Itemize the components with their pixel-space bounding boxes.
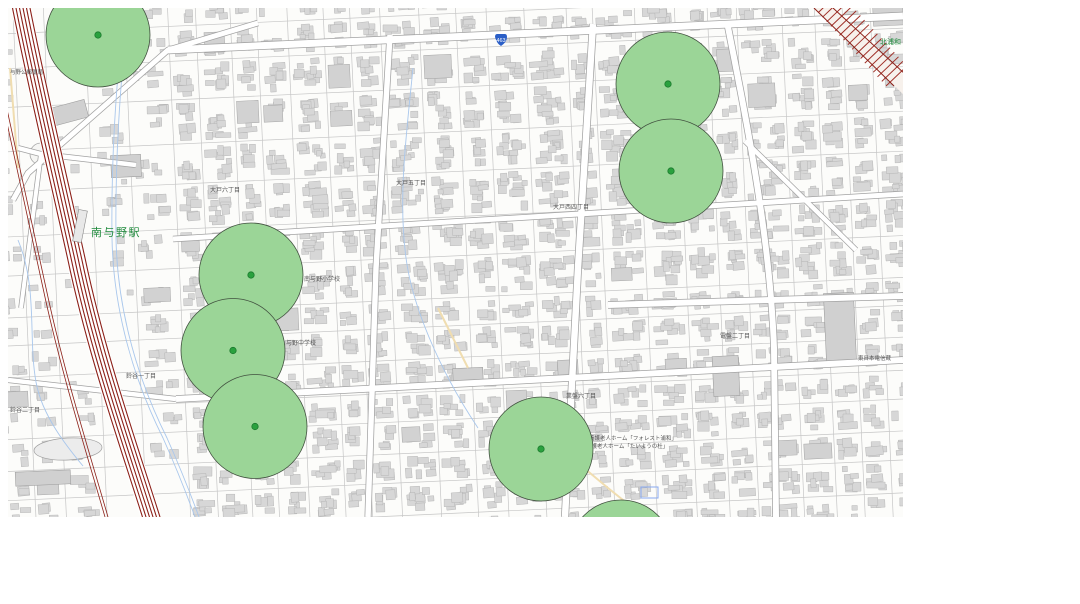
svg-text:463: 463 (496, 38, 505, 44)
svg-text:大戸六丁目: 大戸六丁目 (210, 186, 240, 194)
svg-text:南与野小学校: 南与野小学校 (304, 275, 340, 283)
svg-text:電盤二丁目: 電盤二丁目 (720, 332, 750, 340)
svg-text:北浦和: 北浦和 (880, 37, 901, 46)
svg-text:特別養護老人ホーム「フォレスト浦和」: 特別養護老人ホーム「フォレスト浦和」 (578, 434, 677, 442)
svg-text:業盤六丁目: 業盤六丁目 (566, 392, 596, 400)
svg-text:大戸西四丁目: 大戸西四丁目 (553, 203, 589, 211)
svg-text:鈴谷一丁目: 鈴谷一丁目 (126, 372, 156, 380)
svg-text:鈴谷二丁目: 鈴谷二丁目 (10, 406, 40, 414)
svg-text:与野公郵便局: 与野公郵便局 (10, 68, 43, 76)
svg-text:与野中学校: 与野中学校 (286, 339, 316, 347)
svg-text:東日本電信蔵: 東日本電信蔵 (858, 354, 892, 362)
svg-text:南与野駅: 南与野駅 (91, 226, 141, 239)
svg-text:大戸五丁目: 大戸五丁目 (396, 179, 426, 187)
svg-text:養護老人ホーム「たいようの杜」: 養護老人ホーム「たいようの杜」 (586, 442, 668, 450)
